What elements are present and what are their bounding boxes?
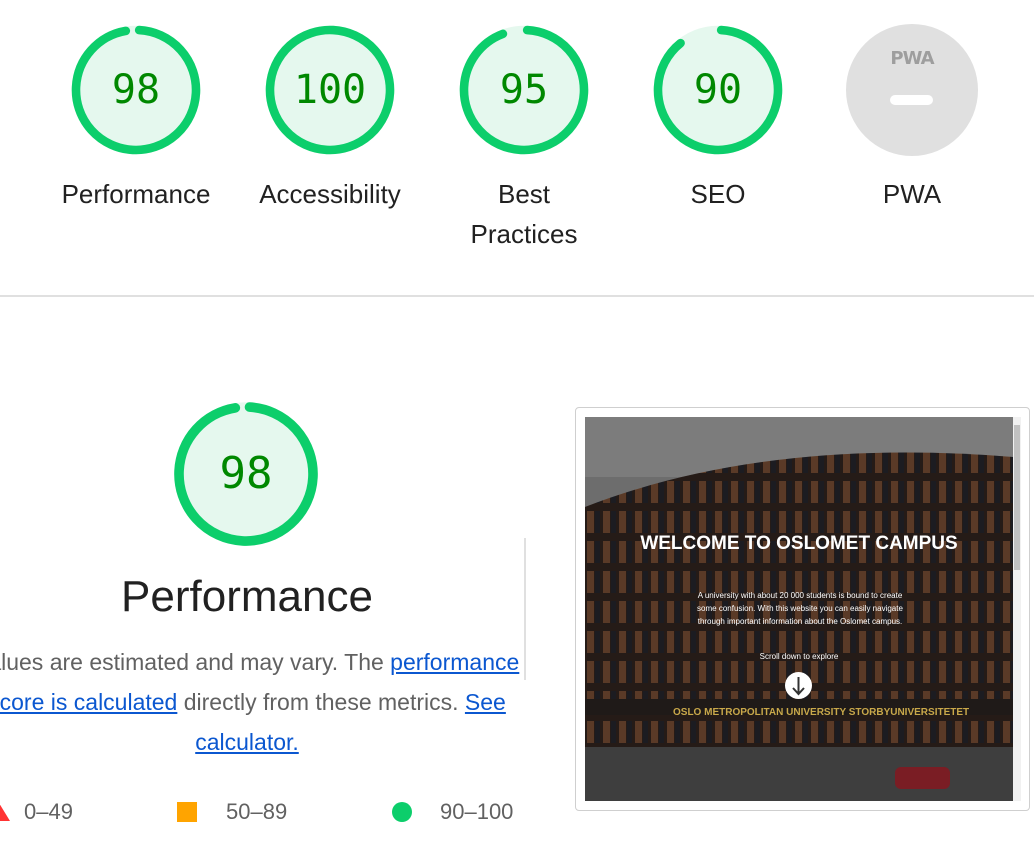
hero-title: WELCOME TO OSLOMET CAMPUS <box>640 533 958 554</box>
average-square-icon <box>177 802 197 822</box>
gauge-label: PWA <box>882 179 942 209</box>
legend-range-average: 50–89 <box>226 799 288 824</box>
hero-scroll-text: Scroll down to explore <box>759 652 839 661</box>
pwa-badge-text: PWA <box>890 48 934 69</box>
score-gauge-seo[interactable]: 90 <box>652 24 784 156</box>
category-best-practices[interactable]: 95 Best Practices <box>434 24 614 254</box>
gauge-score: 95 <box>499 67 549 113</box>
legend-range-fail: 0–49 <box>24 799 73 824</box>
final-screenshot[interactable]: WELCOME TO OSLOMET CAMPUS A university w… <box>585 417 1013 801</box>
fail-triangle-icon <box>0 803 10 821</box>
description-text: directly from these metrics. <box>177 689 465 715</box>
gauge-label: Accessibility <box>259 179 401 209</box>
performance-description: Values are estimated and may vary. The p… <box>0 642 524 762</box>
performance-score-gauge: 98 <box>172 400 320 548</box>
gauge-score: 100 <box>293 67 367 113</box>
performance-title: Performance <box>121 572 373 621</box>
score-gauge-best-practices[interactable]: 95 <box>458 24 590 156</box>
section-divider <box>0 295 1034 297</box>
score-gauge-accessibility[interactable]: 100 <box>264 24 396 156</box>
score-gauge-performance[interactable]: 98 <box>70 24 202 156</box>
vertical-divider <box>524 538 526 680</box>
category-accessibility[interactable]: 100 Accessibility <box>240 24 420 214</box>
gauge-score: 98 <box>111 67 161 113</box>
description-text: Values are estimated and may vary. The <box>0 649 391 675</box>
arrow-down-icon <box>785 672 812 699</box>
building-sign: OSLO METROPOLITAN UNIVERSITY STORBYUNIVE… <box>673 707 970 718</box>
legend-range-pass: 90–100 <box>440 799 514 824</box>
category-pwa[interactable]: PWA PWA <box>822 24 1002 214</box>
pwa-icon: PWA <box>846 24 978 156</box>
hero-text: A university with about 20 000 students … <box>697 591 903 626</box>
category-seo[interactable]: 90 SEO <box>628 24 808 214</box>
category-performance[interactable]: 98 Performance <box>46 24 226 214</box>
arrow-down-glyph <box>792 677 805 696</box>
pwa-badge-gauge[interactable]: PWA <box>846 24 978 156</box>
gauge-score: 98 <box>219 448 273 499</box>
pass-circle-icon <box>392 802 412 822</box>
gauge-label: Performance <box>61 179 211 209</box>
gauge-label: SEO <box>690 179 746 209</box>
gauge-score: 90 <box>693 67 743 113</box>
scrollbar-thumb[interactable] <box>1014 425 1020 570</box>
dash-icon <box>890 95 933 105</box>
gauge-label: Best Practices <box>470 179 578 249</box>
